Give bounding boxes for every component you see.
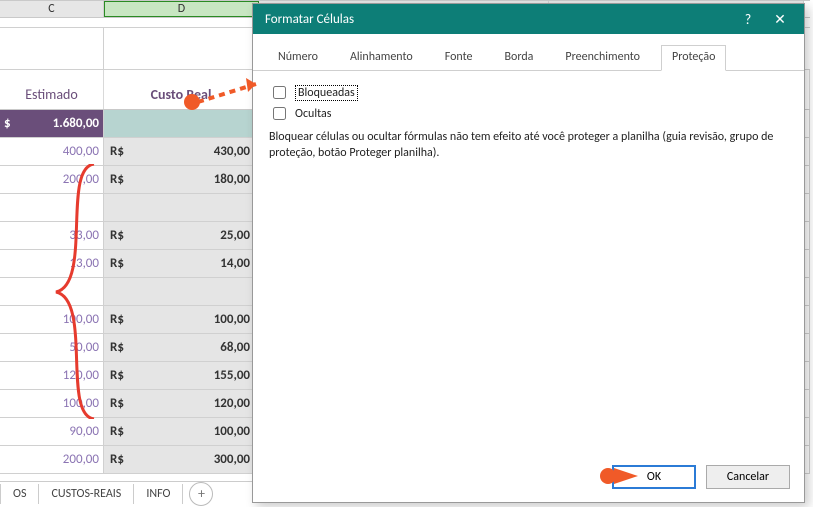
help-button[interactable]: ? <box>732 4 764 34</box>
totals-estimado: 1.680,00 <box>53 116 99 131</box>
sheet-tab-strip: OS CUSTOS-REAIS INFO + <box>0 481 270 505</box>
cell-custo-real: 14,00 <box>220 256 250 271</box>
currency-label: R$ <box>110 144 124 159</box>
col-header-estimado: Estimado <box>0 70 104 109</box>
checkbox-row-ocultas: Ocultas <box>269 104 788 123</box>
cell-estimado: 200,00 <box>63 172 99 187</box>
currency-label: R$ <box>110 312 124 327</box>
protection-note: Bloquear células ou ocultar fórmulas não… <box>269 129 784 161</box>
dialog-title: Formatar Células <box>265 12 732 27</box>
checkbox-ocultas[interactable] <box>273 107 286 120</box>
currency-label: R$ <box>110 424 124 439</box>
currency-label: R$ <box>110 396 124 411</box>
column-header-c[interactable]: C <box>0 1 104 17</box>
checkbox-bloqueadas[interactable] <box>273 86 286 99</box>
checkbox-label-ocultas[interactable]: Ocultas <box>295 107 331 121</box>
close-button[interactable]: ✕ <box>764 4 796 34</box>
cell-estimado: 400,00 <box>63 144 99 159</box>
format-cells-dialog: Formatar Células ? ✕ Número Alinhamento … <box>252 3 805 503</box>
currency-label: R$ <box>110 368 124 383</box>
tab-preenchimento[interactable]: Preenchimento <box>554 45 651 71</box>
cell-custo-real: 120,00 <box>214 396 250 411</box>
cell-estimado: 33,00 <box>69 228 99 243</box>
cell-estimado: 100,00 <box>63 312 99 327</box>
cell-estimado: 90,00 <box>69 424 99 439</box>
tab-fonte[interactable]: Fonte <box>434 45 484 71</box>
close-icon: ✕ <box>774 11 786 28</box>
cell-custo-real: 180,00 <box>214 172 250 187</box>
cell-custo-real: 100,00 <box>214 424 250 439</box>
currency-label: R$ <box>110 228 124 243</box>
cell-custo-real: 25,00 <box>220 228 250 243</box>
tab-borda[interactable]: Borda <box>493 45 544 71</box>
column-header-d[interactable]: D <box>104 1 259 17</box>
sheet-tab-os[interactable]: OS <box>0 484 39 504</box>
dialog-tabs: Número Alinhamento Fonte Borda Preenchim… <box>253 34 804 71</box>
currency-label: $ <box>4 116 11 131</box>
help-icon: ? <box>745 11 752 28</box>
checkbox-label-bloqueadas[interactable]: Bloqueadas <box>295 85 358 101</box>
cell-custo-real: 430,00 <box>214 144 250 159</box>
add-sheet-button[interactable]: + <box>189 482 213 506</box>
cell-estimado: 50,00 <box>69 340 99 355</box>
ok-button[interactable]: OK <box>612 465 696 489</box>
checkbox-row-bloqueadas: Bloqueadas <box>269 83 788 102</box>
cell-custo-real: 100,00 <box>214 312 250 327</box>
cell-estimado: 100,00 <box>63 396 99 411</box>
cell-custo-real: 68,00 <box>220 340 250 355</box>
tab-alinhamento[interactable]: Alinhamento <box>339 45 424 71</box>
sheet-tab-custos-reais[interactable]: CUSTOS-REAIS <box>39 484 134 504</box>
sheet-tab-info[interactable]: INFO <box>134 484 183 504</box>
col-header-custo-real: Custo Real <box>104 70 259 109</box>
cell-estimado: 13,00 <box>69 256 99 271</box>
dialog-titlebar[interactable]: Formatar Células ? ✕ <box>253 4 804 34</box>
cell-custo-real: 155,00 <box>214 368 250 383</box>
cell-estimado: 120,00 <box>63 368 99 383</box>
tab-protecao[interactable]: Proteção <box>661 45 726 71</box>
cell-estimado: 200,00 <box>63 452 99 467</box>
cancel-button[interactable]: Cancelar <box>706 465 790 489</box>
plus-icon: + <box>198 485 205 502</box>
currency-label: R$ <box>110 172 124 187</box>
currency-label: R$ <box>110 340 124 355</box>
tab-numero[interactable]: Número <box>267 45 329 71</box>
cell-custo-real: 300,00 <box>214 452 250 467</box>
currency-label: R$ <box>110 452 124 467</box>
currency-label: R$ <box>110 256 124 271</box>
